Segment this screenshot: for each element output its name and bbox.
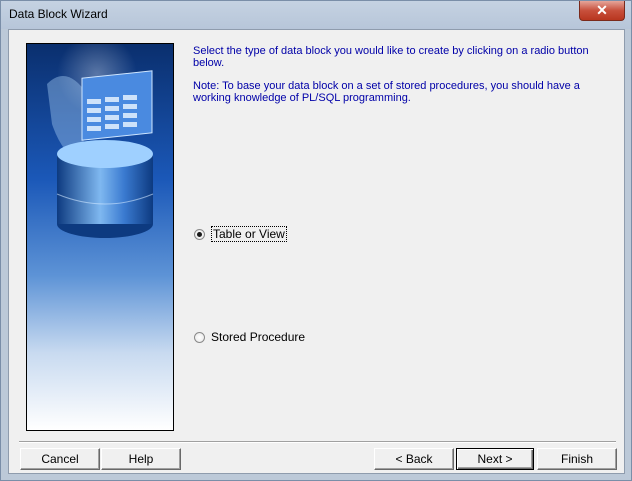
finish-button[interactable]: Finish <box>537 448 617 470</box>
database-illustration-icon <box>27 44 173 430</box>
wizard-illustration <box>26 43 174 431</box>
intro-text: Select the type of data block you would … <box>193 45 589 69</box>
radio-stored-procedure[interactable] <box>194 331 205 343</box>
note-text: Note: To base your data block on a set o… <box>193 80 580 104</box>
wizard-window: Data Block Wizard ✕ Select the type of d… <box>0 0 632 481</box>
radio-selected-dot <box>197 231 202 237</box>
instructions: Select the type of data block you would … <box>193 45 593 115</box>
back-button[interactable]: < Back <box>374 448 454 470</box>
title-bar[interactable]: Data Block Wizard ✕ <box>1 1 631 29</box>
option-label-table-or-view: Table or View <box>211 226 287 242</box>
help-button[interactable]: Help <box>101 448 181 470</box>
option-table-or-view[interactable]: Table or View <box>194 226 287 242</box>
button-separator <box>19 441 616 443</box>
radio-table-or-view[interactable] <box>194 228 205 240</box>
close-button[interactable]: ✕ <box>579 1 625 21</box>
option-label-stored-procedure: Stored Procedure <box>211 330 306 344</box>
next-button[interactable]: Next > <box>456 448 534 470</box>
option-stored-procedure[interactable]: Stored Procedure <box>194 330 305 344</box>
cancel-button[interactable]: Cancel <box>20 448 100 470</box>
dialog-client: Select the type of data block you would … <box>8 29 625 474</box>
close-icon: ✕ <box>596 2 608 18</box>
window-title: Data Block Wizard <box>9 7 108 21</box>
